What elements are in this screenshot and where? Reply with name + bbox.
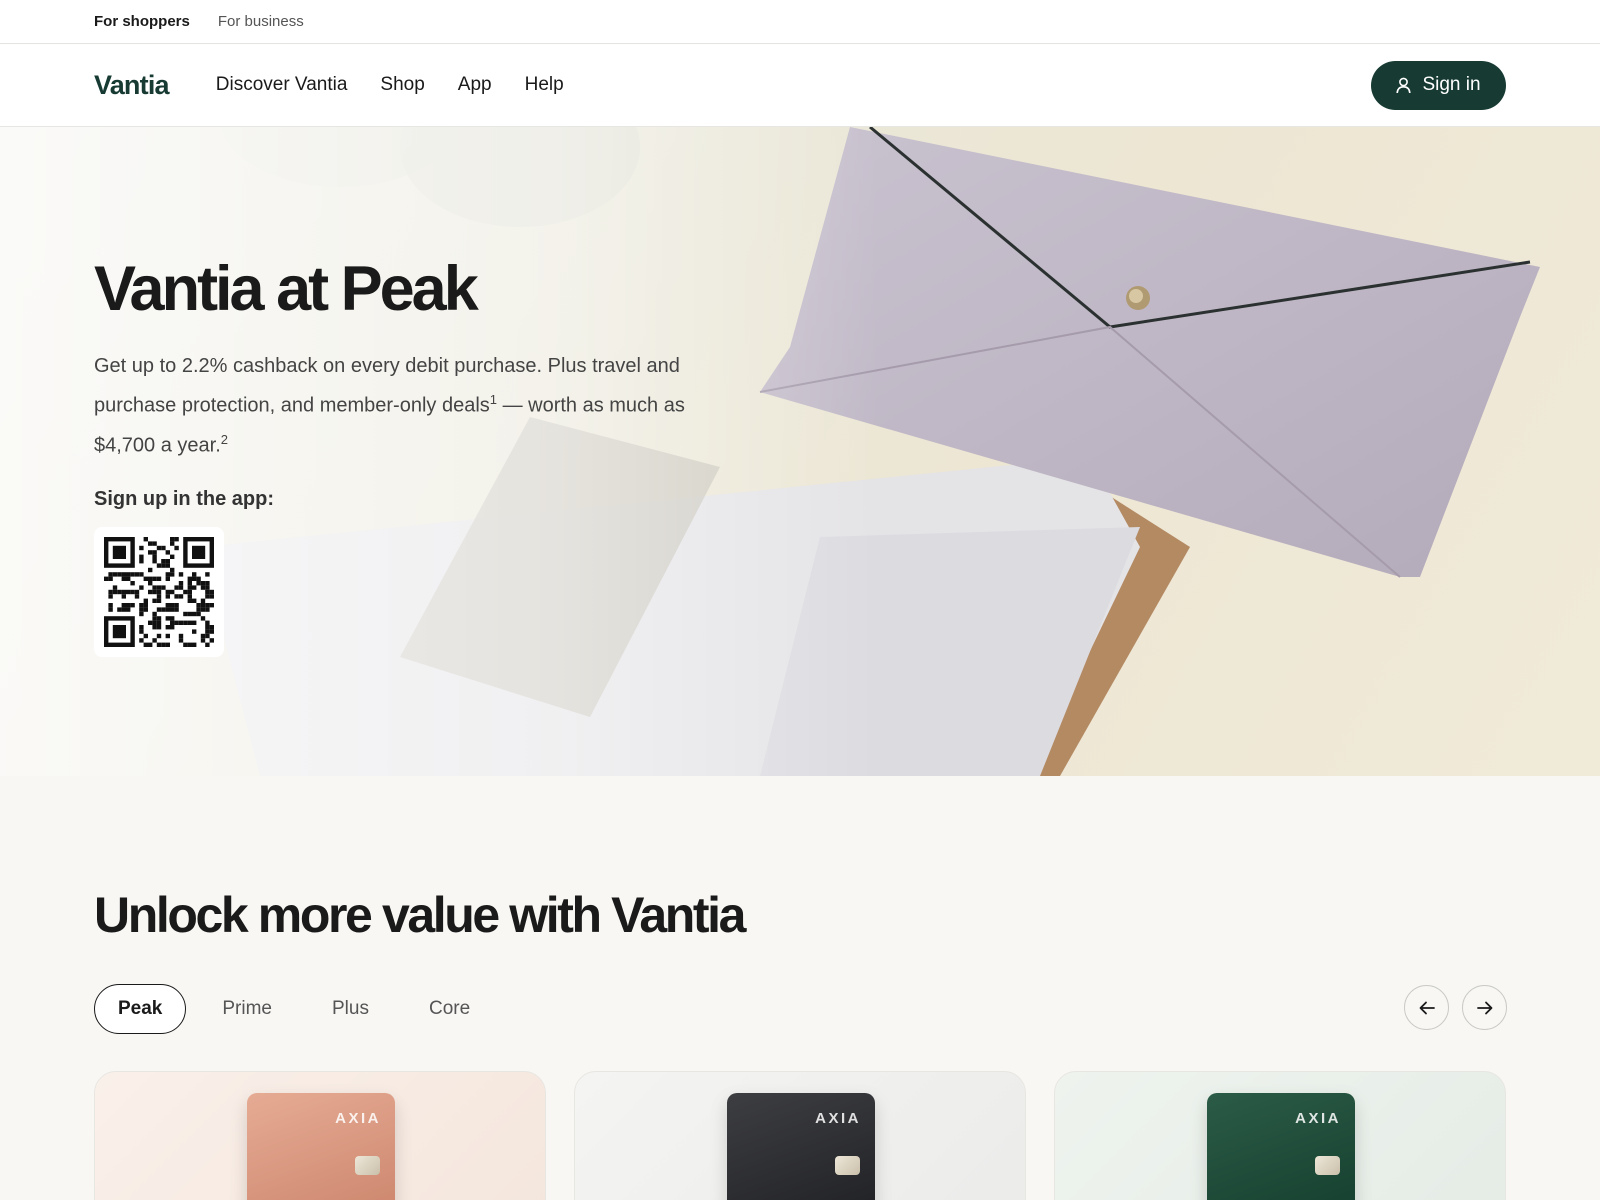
main-nav: Vantia Discover Vantia Shop App Help Sig… xyxy=(0,44,1600,127)
sign-in-label: Sign in xyxy=(1422,74,1481,95)
debit-card-image: AXIA xyxy=(247,1093,395,1200)
tab-core[interactable]: Core xyxy=(405,984,494,1034)
footnote-2[interactable]: 2 xyxy=(221,432,228,447)
chip-icon xyxy=(1315,1156,1340,1175)
tab-plus[interactable]: Plus xyxy=(308,984,393,1034)
card-brand: AXIA xyxy=(1295,1110,1341,1127)
nav-link-app[interactable]: App xyxy=(458,74,492,96)
sign-in-button[interactable]: Sign in xyxy=(1371,60,1506,110)
card-brand: AXIA xyxy=(335,1110,381,1127)
plan-card-plus[interactable]: AXIA xyxy=(1054,1071,1506,1200)
arrow-right-icon xyxy=(1476,1001,1492,1014)
logo[interactable]: Vantia xyxy=(94,70,170,101)
hero-description: Get up to 2.2% cashback on every debit p… xyxy=(94,349,694,462)
qr-code-icon xyxy=(104,537,214,648)
chip-icon xyxy=(355,1156,380,1175)
hero-section: Vantia at Peak Get up to 2.2% cashback o… xyxy=(0,127,1600,776)
debit-card-image: AXIA xyxy=(727,1093,875,1200)
previous-button[interactable] xyxy=(1404,985,1449,1030)
carousel-controls xyxy=(1404,985,1507,1030)
footnote-1[interactable]: 1 xyxy=(490,392,497,407)
utility-bar: For shoppers For business xyxy=(0,0,1600,44)
qr-code xyxy=(94,527,224,658)
nav-link-shop[interactable]: Shop xyxy=(380,74,424,96)
plan-card-prime[interactable]: AXIA xyxy=(574,1071,1026,1200)
signup-label: Sign up in the app: xyxy=(94,488,274,511)
user-icon xyxy=(1396,77,1412,93)
plan-tabs: Peak Prime Plus Core xyxy=(94,984,506,1034)
tab-prime[interactable]: Prime xyxy=(198,984,296,1034)
section-title: Unlock more value with Vantia xyxy=(94,887,746,943)
nav-link-discover[interactable]: Discover Vantia xyxy=(216,74,348,96)
nav-link-help[interactable]: Help xyxy=(525,74,564,96)
plan-card-peak[interactable]: AXIA xyxy=(94,1071,546,1200)
hero-title: Vantia at Peak xyxy=(94,254,479,324)
arrow-left-icon xyxy=(1419,1001,1435,1014)
plan-cards: AXIA AXIA AXIA xyxy=(94,1071,1506,1200)
chip-icon xyxy=(835,1156,860,1175)
hero-content: Vantia at Peak Get up to 2.2% cashback o… xyxy=(94,254,694,658)
next-button[interactable] xyxy=(1462,985,1507,1030)
for-business-link[interactable]: For business xyxy=(218,13,304,30)
debit-card-image: AXIA xyxy=(1207,1093,1355,1200)
card-brand: AXIA xyxy=(815,1110,861,1127)
for-shoppers-link[interactable]: For shoppers xyxy=(94,13,190,30)
tab-peak[interactable]: Peak xyxy=(94,984,187,1034)
